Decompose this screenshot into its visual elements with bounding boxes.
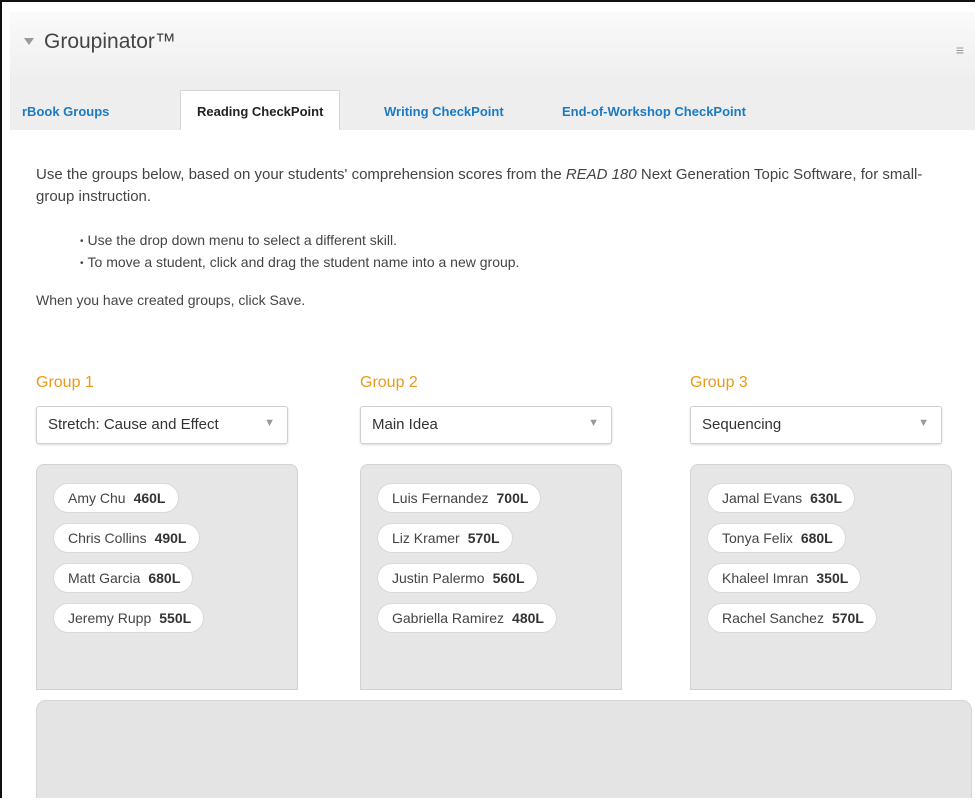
group-title: Group 2	[360, 374, 418, 391]
tab-rbook-groups[interactable]: rBook Groups	[22, 92, 109, 130]
group-title: Group 3	[690, 374, 748, 391]
instruction-list: • Use the drop down menu to select a diff…	[80, 230, 519, 274]
student-chip[interactable]: Luis Fernandez 700L	[377, 483, 542, 513]
student-lexile: 560L	[492, 570, 525, 586]
menu-icon[interactable]: ≡	[956, 42, 964, 58]
intro-product-name: READ 180	[565, 166, 637, 183]
student-chip[interactable]: Jeremy Rupp 550L	[53, 603, 205, 633]
student-name: Jamal Evans	[722, 490, 803, 506]
student-name: Luis Fernandez	[392, 490, 489, 506]
intro-text-part: Use the groups below, based on your stud…	[36, 166, 566, 183]
skill-select-value: Stretch: Cause and Effect	[48, 416, 219, 433]
group-2: Group 2 Main Idea ▼ Luis Fernandez 700L L…	[360, 374, 622, 690]
student-name: Justin Palermo	[392, 570, 485, 586]
tab-content: Use the groups below, based on your stud…	[10, 130, 975, 798]
chevron-down-icon: ▼	[588, 417, 599, 429]
student-lexile: 490L	[154, 530, 187, 546]
student-chip[interactable]: Chris Collins 490L	[53, 523, 200, 553]
student-chip[interactable]: Rachel Sanchez 570L	[707, 603, 877, 633]
skill-select[interactable]: Sequencing ▼	[690, 406, 942, 444]
skill-select-value: Main Idea	[372, 416, 438, 433]
student-chip[interactable]: Jamal Evans 630L	[707, 483, 856, 513]
chevron-down-icon: ▼	[264, 417, 275, 429]
skill-select-value: Sequencing	[702, 416, 782, 433]
student-chip[interactable]: Amy Chu 460L	[53, 483, 179, 513]
collapse-triangle-icon[interactable]	[24, 38, 34, 45]
student-drop-panel[interactable]: Amy Chu 460L Chris Collins 490L Matt Garci…	[36, 464, 298, 690]
student-lexile: 480L	[512, 610, 544, 626]
student-chip[interactable]: Justin Palermo 560L	[377, 563, 538, 593]
save-note: When you have created groups, click Save…	[36, 292, 306, 308]
widget-frame: Groupinator™ ≡ rBook Groups Reading Chec…	[0, 0, 975, 798]
instruction-text: To move a student, click and drag the st…	[87, 253, 520, 270]
group-3: Group 3 Sequencing ▼ Jamal Evans 630L Ton…	[690, 374, 952, 690]
student-name: Jeremy Rupp	[68, 610, 152, 626]
instruction-text: Use the drop down menu to select a diffe…	[87, 232, 397, 248]
student-lexile: 680L	[148, 570, 181, 586]
instruction-item: • To move a student, click and drag the s…	[80, 253, 520, 270]
student-lexile: 700L	[496, 490, 529, 506]
student-lexile: 460L	[133, 490, 166, 506]
tab-bar: rBook Groups Reading CheckPoint Writing …	[10, 78, 975, 131]
student-name: Gabriella Ramirez	[392, 610, 505, 626]
group-title: Group 1	[36, 374, 94, 391]
student-name: Chris Collins	[68, 530, 147, 546]
instruction-item: • Use the drop down menu to select a diff…	[80, 232, 397, 248]
tab-writing-checkpoint[interactable]: Writing CheckPoint	[384, 92, 504, 130]
student-chip[interactable]: Khaleel Imran 350L	[707, 563, 862, 593]
group-1: Group 1 Stretch: Cause and Effect ▼ Amy …	[36, 374, 298, 690]
student-chip[interactable]: Tonya Felix 680L	[707, 523, 846, 553]
student-lexile: 570L	[467, 530, 500, 546]
student-chip[interactable]: Matt Garcia 680L	[53, 563, 194, 593]
student-drop-panel[interactable]: Jamal Evans 630L Tonya Felix 680L Khaleel …	[690, 464, 952, 690]
student-name: Rachel Sanchez	[722, 610, 824, 626]
student-name: Matt Garcia	[68, 570, 141, 586]
app-title: Groupinator™	[44, 30, 176, 53]
widget-header: Groupinator™ ≡	[10, 12, 975, 79]
student-name: Tonya Felix	[722, 530, 793, 546]
student-drop-panel[interactable]: Luis Fernandez 700L Liz Kramer 570L Justin…	[360, 464, 622, 690]
unassigned-drop-area[interactable]	[36, 700, 972, 798]
tab-end-of-workshop-checkpoint[interactable]: End-of-Workshop CheckPoint	[562, 92, 746, 130]
student-chip[interactable]: Gabriella Ramirez 480L	[377, 603, 557, 633]
student-name: Amy Chu	[68, 490, 126, 506]
student-lexile: 550L	[159, 610, 192, 626]
student-name: Khaleel Imran	[722, 570, 809, 586]
student-lexile: 630L	[810, 490, 843, 506]
student-name: Liz Kramer	[392, 530, 460, 546]
student-lexile: 570L	[831, 610, 864, 626]
skill-select[interactable]: Stretch: Cause and Effect ▼	[36, 406, 288, 444]
intro-text: Use the groups below, based on your stud…	[36, 164, 956, 208]
student-lexile: 350L	[816, 570, 849, 586]
chevron-down-icon: ▼	[918, 417, 929, 429]
skill-select[interactable]: Main Idea ▼	[360, 406, 612, 444]
student-lexile: 680L	[800, 530, 833, 546]
student-chip[interactable]: Liz Kramer 570L	[377, 523, 513, 553]
tab-reading-checkpoint[interactable]: Reading CheckPoint	[180, 90, 341, 131]
